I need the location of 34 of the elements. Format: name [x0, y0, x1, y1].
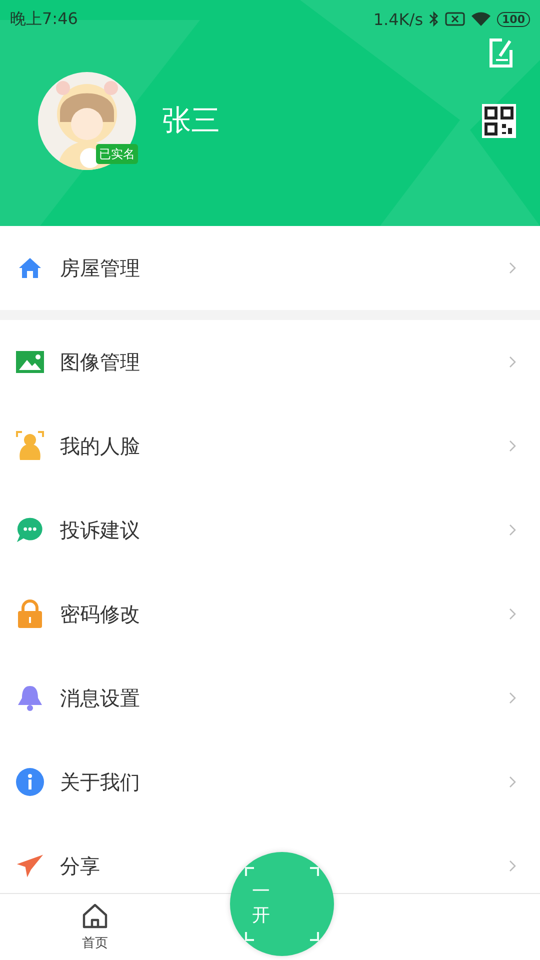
chevron-right-icon: [509, 524, 516, 536]
bluetooth-icon: [429, 11, 440, 27]
chevron-right-icon: [509, 356, 516, 368]
paper-plane-icon: [16, 853, 44, 879]
verified-badge: 已实名: [96, 144, 138, 164]
person-icon: [16, 431, 44, 461]
menu-item[interactable]: 房屋管理: [60, 254, 509, 282]
chevron-right-icon: [509, 860, 516, 872]
chevron-right-icon: [509, 440, 516, 452]
chevron-right-icon: [509, 776, 516, 788]
qr-code-icon[interactable]: [482, 104, 516, 138]
menu-item[interactable]: 图像管理: [60, 348, 509, 376]
sim-card-icon: [445, 12, 466, 26]
wifi-icon: [471, 12, 492, 26]
bell-icon: [16, 684, 44, 712]
image-icon: [16, 351, 44, 373]
menu-item[interactable]: 我的人脸: [60, 432, 509, 460]
battery-indicator: 100: [497, 12, 530, 26]
network-speed: 1.4K/s: [373, 10, 424, 28]
menu-item[interactable]: 密码修改: [60, 600, 509, 628]
menu-item[interactable]: 关于我们: [60, 768, 509, 796]
menu-item[interactable]: 投诉建议: [60, 516, 509, 544]
house-icon: [18, 257, 42, 279]
lock-icon: [17, 599, 43, 629]
menu-item[interactable]: 消息设置: [60, 684, 509, 712]
chevron-right-icon: [509, 692, 516, 704]
chat-bubble-icon: [16, 516, 44, 544]
status-time: 晚上7:46: [10, 8, 78, 30]
info-icon: [16, 768, 44, 796]
user-name: 张三: [162, 102, 221, 139]
home-tab[interactable]: 首页: [0, 894, 190, 960]
chevron-right-icon: [509, 608, 516, 620]
home-icon: [81, 902, 109, 930]
chevron-right-icon: [509, 262, 516, 274]
